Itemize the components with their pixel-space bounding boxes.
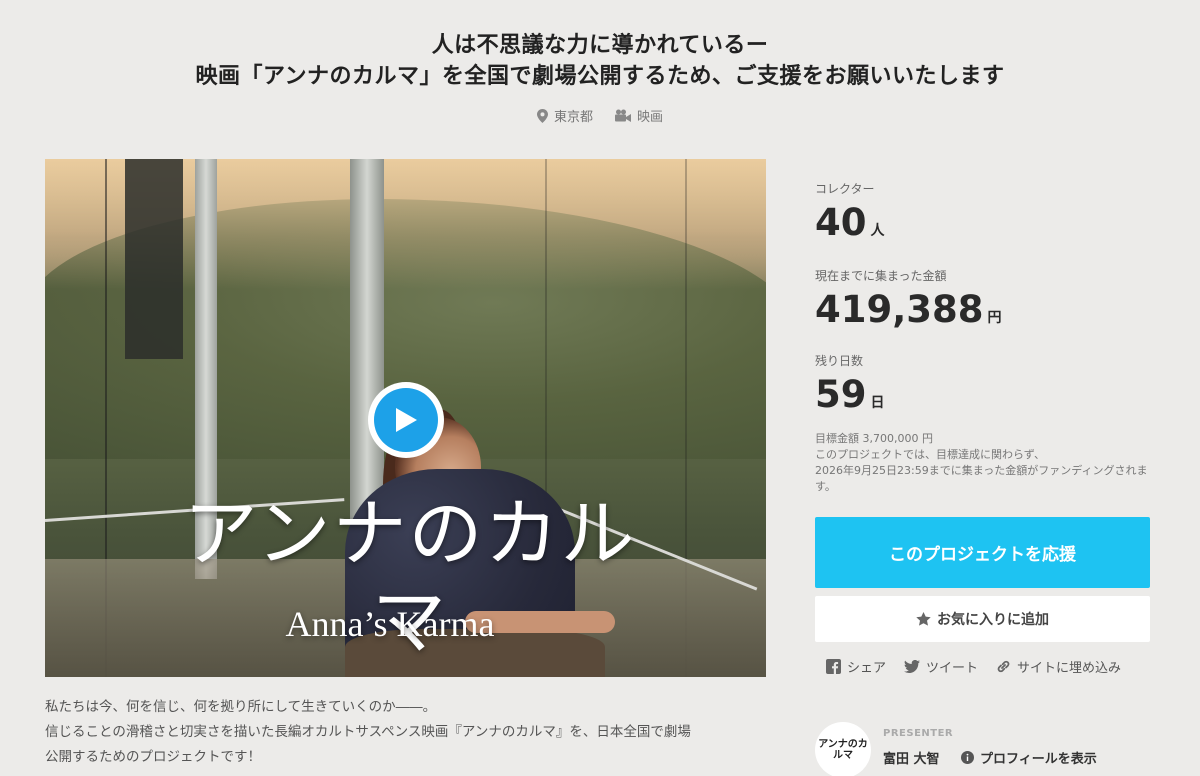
location-label: 東京都 [553, 110, 593, 125]
add-favorite-button[interactable]: お気に入りに追加 [815, 596, 1150, 642]
presenter-card: アンナのカルマ PRESENTER 富田 大智 プロフィールを表示 [815, 720, 1150, 776]
view-profile-link[interactable]: プロフィールを表示 [961, 748, 1097, 767]
description-line-2: 信じることの滑稽さと切実さを描いた長編オカルトサスペンス映画『アンナのカルマ』を… [45, 724, 691, 740]
view-profile-label: プロフィールを表示 [980, 752, 1097, 767]
play-button-inner [374, 388, 438, 452]
support-project-button[interactable]: このプロジェクトを応援 [815, 517, 1150, 588]
film-title-en: Anna’s Karma [285, 604, 495, 644]
video-camera-icon [615, 109, 631, 122]
collectors-label: コレクター [815, 182, 875, 196]
goal-amount: 目標金額 3,700,000 円 [815, 432, 933, 445]
project-stats: コレクター 40 人 現在までに集まった金額 419,388 円 残り日数 59 日 … [815, 180, 1150, 495]
project-title-line-1: 人は不思議な力に導かれているー [431, 33, 769, 58]
collectors-stat: 40 人 [815, 201, 1150, 245]
amount-label: 現在までに集まった金額 [815, 269, 947, 283]
days-value: 59 [815, 373, 867, 416]
embed-button[interactable]: サイトに埋め込み [996, 657, 1121, 676]
funding-note-line-1: このプロジェクトでは、目標達成に関わらず、 [815, 448, 1046, 461]
share-actions: シェア ツイート サイトに埋め込み [826, 657, 1121, 676]
project-title: 人は不思議な力に導かれているー 映画「アンナのカルマ」を全国で劇場公開するため、… [0, 30, 1200, 92]
star-icon [916, 612, 931, 626]
project-title-line-2: 映画「アンナのカルマ」を全国で劇場公開するため、ご支援をお願いいたします [195, 64, 1005, 89]
presenter-role: PRESENTER [883, 728, 954, 739]
project-description: 私たちは今、何を信じ、何を拠り所にして生きていくのか――。 信じることの滑稽さと… [45, 695, 765, 770]
link-icon [997, 660, 1010, 673]
days-unit: 日 [870, 395, 885, 411]
tweet-button[interactable]: ツイート [904, 657, 978, 676]
days-label: 残り日数 [815, 354, 864, 368]
info-icon [961, 751, 974, 764]
embed-label: サイトに埋め込み [1017, 661, 1122, 676]
play-button[interactable] [368, 382, 444, 458]
amount-stat: 419,388 円 [815, 288, 1150, 332]
map-pin-icon [536, 108, 548, 123]
category-label: 映画 [637, 110, 664, 125]
collectors-value: 40 [815, 201, 867, 244]
presenter-avatar[interactable]: アンナのカルマ [815, 722, 871, 776]
category-tag[interactable]: 映画 [615, 106, 663, 125]
play-icon [396, 408, 417, 432]
twitter-bird-icon [904, 660, 921, 673]
presenter-name[interactable]: 富田 大智 [883, 748, 940, 767]
share-label: シェア [847, 661, 887, 676]
location-tag[interactable]: 東京都 [536, 106, 593, 125]
amount-value: 419,388 [815, 288, 984, 331]
facebook-icon [826, 659, 841, 674]
days-stat: 59 日 [815, 373, 1150, 417]
facebook-share-button[interactable]: シェア [826, 657, 886, 676]
description-line-1: 私たちは今、何を信じ、何を拠り所にして生きていくのか――。 [45, 699, 437, 715]
add-favorite-label: お気に入りに追加 [937, 612, 1049, 628]
tweet-label: ツイート [926, 661, 979, 676]
project-meta: 東京都 映画 [0, 106, 1200, 125]
amount-unit: 円 [987, 310, 1002, 326]
collectors-unit: 人 [870, 223, 885, 239]
video-mast [125, 159, 183, 359]
funding-note-line-2: 2026年9月25日23:59までに集まった金額がファンディングされます。 [815, 464, 1148, 493]
description-line-3: 公開するためのプロジェクトです！ [45, 749, 261, 765]
